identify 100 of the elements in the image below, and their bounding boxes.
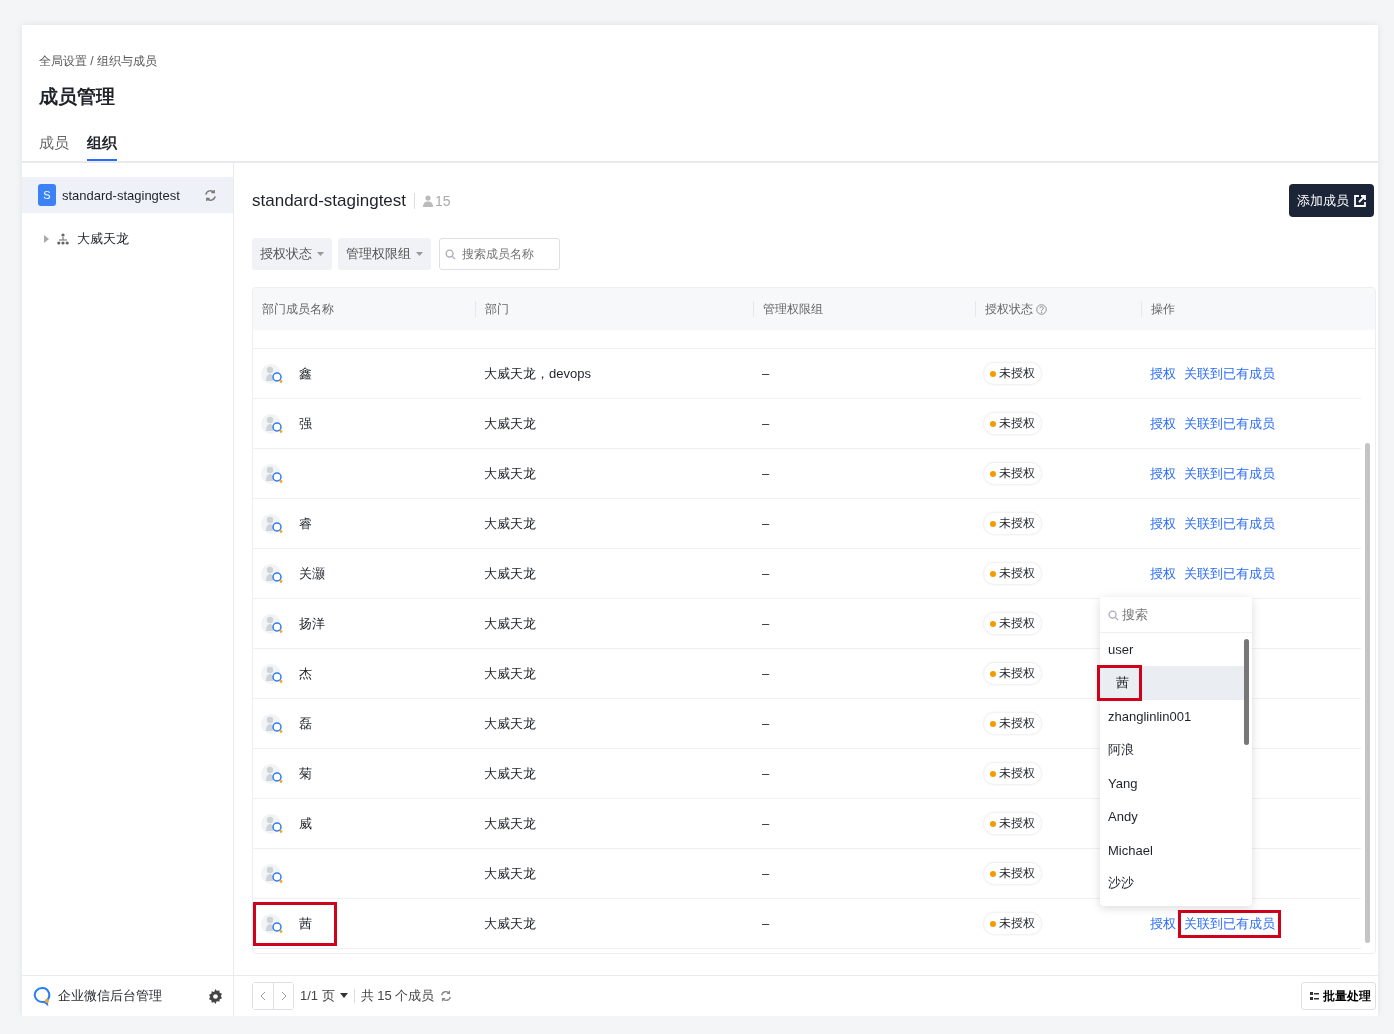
member-count: 15 — [435, 192, 451, 209]
person-icon — [423, 194, 434, 207]
caret-icon — [416, 251, 423, 257]
action-link[interactable]: 授权 — [1147, 912, 1179, 935]
org-item[interactable]: S standard-stagingtest — [22, 177, 233, 213]
action-link[interactable]: 关联到已有成员 — [1181, 912, 1278, 935]
chevron-left-icon — [260, 991, 266, 1001]
page-selector[interactable]: 1/1 页 — [300, 987, 348, 1005]
member-name: 鑫 — [299, 364, 312, 383]
settings-icon[interactable] — [208, 988, 223, 1004]
org-title: standard-stagingtest — [252, 190, 407, 211]
scrollbar[interactable] — [1365, 443, 1370, 943]
dropdown-search-field[interactable]: 搜索 — [1100, 597, 1252, 633]
role-text: – — [762, 516, 770, 531]
dropdown-option[interactable]: user — [1100, 633, 1244, 667]
member-name: 磊 — [299, 714, 312, 733]
add-member-button[interactable]: 添加成员 — [1289, 184, 1374, 217]
member-name: 杰 — [299, 664, 312, 683]
action-link[interactable]: 授权 — [1147, 512, 1179, 535]
role-text: – — [762, 716, 770, 731]
column-header: 部门 — [485, 300, 509, 318]
role-text: – — [762, 466, 770, 481]
avatar-icon — [261, 861, 285, 886]
org-badge: S — [38, 184, 56, 206]
role-text: – — [762, 916, 770, 931]
dropdown-scrollbar[interactable] — [1244, 639, 1249, 745]
member-name: 扬洋 — [299, 614, 325, 633]
department-text: 大威天龙，devops — [484, 364, 591, 383]
total-count: 共 15 个成员 — [360, 987, 435, 1005]
status-tag: 未授权 — [984, 913, 1041, 934]
member-name: 菊 — [299, 764, 312, 783]
department-text: 大威天龙 — [484, 714, 536, 733]
caret-icon — [317, 251, 324, 257]
dropdown-option[interactable]: 阿浪 — [1100, 733, 1244, 767]
action-link[interactable]: 关联到已有成员 — [1181, 462, 1278, 485]
department-text: 大威天龙 — [484, 464, 536, 483]
action-link[interactable]: 授权 — [1147, 412, 1179, 435]
avatar-icon — [261, 711, 285, 736]
role-text: – — [762, 866, 770, 881]
department-text: 大威天龙 — [484, 914, 536, 933]
search-icon — [445, 248, 456, 260]
action-link[interactable]: 关联到已有成员 — [1181, 412, 1278, 435]
status-tag: 未授权 — [984, 863, 1041, 884]
avatar-icon — [261, 511, 285, 536]
member-name: 强 — [299, 414, 312, 433]
tab[interactable]: 组织 — [87, 128, 117, 161]
dropdown-option[interactable]: 沙沙 — [1100, 866, 1244, 901]
tab[interactable]: 成员 — [39, 128, 69, 161]
column-header: 部门成员名称 — [262, 300, 334, 318]
action-link[interactable]: 关联到已有成员 — [1181, 512, 1278, 535]
filter-dropdown[interactable]: 管理权限组 — [338, 238, 431, 270]
action-link[interactable]: 关联到已有成员 — [1181, 562, 1278, 585]
status-tag: 未授权 — [984, 813, 1041, 834]
action-link[interactable]: 授权 — [1147, 462, 1179, 485]
department-text: 大威天龙 — [484, 514, 536, 533]
dropdown-option[interactable]: zhanglinlin001 — [1100, 699, 1244, 734]
next-page-button[interactable] — [273, 983, 293, 1009]
filter-dropdown[interactable]: 授权状态 — [252, 238, 332, 270]
org-name: standard-stagingtest — [62, 187, 181, 203]
department-text: 大威天龙 — [484, 664, 536, 683]
help-icon — [1036, 303, 1047, 315]
search-field[interactable]: 搜索成员名称 — [439, 238, 560, 270]
status-tag: 未授权 — [984, 663, 1041, 684]
dropdown-option[interactable]: Yang — [1100, 766, 1244, 800]
dropdown-option[interactable]: Michael — [1100, 833, 1244, 867]
avatar-icon — [261, 461, 285, 486]
chat-logo-icon — [32, 986, 52, 1006]
expand-caret-icon[interactable] — [44, 235, 49, 243]
department-text: 大威天龙 — [484, 764, 536, 783]
status-tag: 未授权 — [984, 563, 1041, 584]
role-text: – — [762, 616, 770, 631]
status-tag: 未授权 — [984, 463, 1041, 484]
org-tree-icon — [57, 232, 69, 246]
column-header: 操作 — [1151, 300, 1175, 318]
app-name: 企业微信后台管理 — [58, 987, 163, 1005]
avatar-icon — [261, 911, 285, 936]
role-text: – — [762, 816, 770, 831]
avatar-icon — [261, 761, 285, 786]
status-tag: 未授权 — [984, 613, 1041, 634]
refresh-icon[interactable] — [204, 188, 217, 202]
member-name: 睿 — [299, 514, 312, 533]
tree-item[interactable]: 大威天龙 — [22, 228, 233, 250]
department-text: 大威天龙 — [484, 864, 536, 883]
action-link[interactable]: 关联到已有成员 — [1181, 362, 1278, 385]
avatar-icon — [261, 561, 285, 586]
dropdown-option[interactable]: 茜 — [1100, 666, 1244, 700]
status-tag: 未授权 — [984, 513, 1041, 534]
list-icon — [1310, 992, 1319, 1000]
status-tag: 未授权 — [984, 363, 1041, 384]
external-link-icon — [1354, 194, 1366, 207]
avatar-icon — [261, 811, 285, 836]
department-text: 大威天龙 — [484, 414, 536, 433]
status-tag: 未授权 — [984, 713, 1041, 734]
batch-button[interactable]: 批量处理 — [1301, 982, 1376, 1010]
role-text: – — [762, 566, 770, 581]
dropdown-option[interactable]: Andy — [1100, 799, 1244, 834]
action-link[interactable]: 授权 — [1147, 562, 1179, 585]
breadcrumb: 全局设置 / 组织与成员 — [39, 53, 157, 70]
refresh-icon[interactable] — [440, 990, 453, 1002]
action-link[interactable]: 授权 — [1147, 362, 1179, 385]
